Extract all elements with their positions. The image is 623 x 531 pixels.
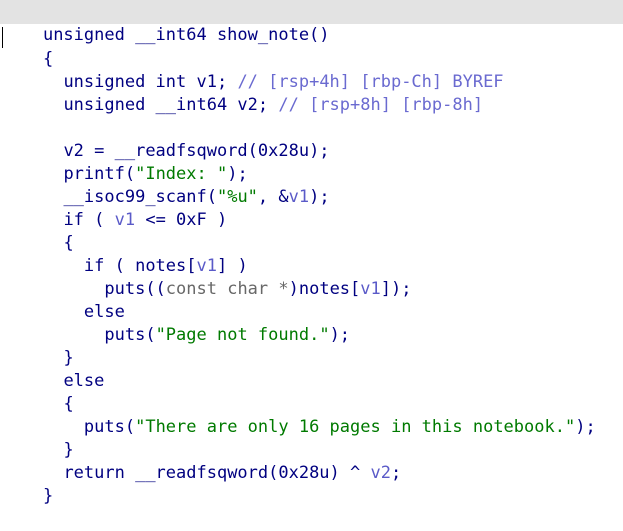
code-line-3[interactable]: unsigned __int64 v2; // [rsp+8h] [rbp-8h… [2,71,483,115]
close-brace: } [42,486,54,506]
return-statement[interactable]: return __readfsqword(0x28u) ^ [63,463,370,483]
code-line-5[interactable]: v2 = __readfsqword(0x28u); [2,117,329,161]
puts-end: ]); [380,279,412,299]
pseudocode-view[interactable]: unsigned __int64 show_note() { unsigned … [0,0,623,510]
decl-v2[interactable]: unsigned __int64 v2; [63,95,278,115]
var-v2[interactable]: v2 [370,463,390,483]
code-line-13[interactable]: puts("Page not found."); [2,301,350,345]
signature-text[interactable]: unsigned __int64 show_note() [43,25,330,45]
pages-limit-string: "There are only 16 pages in this noteboo… [135,417,576,437]
semicolon: ; [390,463,402,483]
code-line-11[interactable]: puts((const char *)notes[v1]); [2,255,411,299]
puts-call[interactable]: puts( [104,325,155,345]
code-line-12[interactable]: else [2,278,125,322]
code-line-15[interactable]: else [2,347,104,391]
code-line-18[interactable]: } [2,416,73,460]
function-signature[interactable]: unsigned __int64 show_note() [2,1,330,45]
code-line-19[interactable]: return __readfsqword(0x28u) ^ v2; [2,439,401,483]
var-v1[interactable]: v1 [115,210,135,230]
scanf-end: ); [309,187,330,207]
var-v1[interactable]: v1 [360,279,380,299]
decl-v2-comment: // [rsp+8h] [rbp-8h] [278,95,484,115]
notes-index[interactable]: )notes[ [289,279,361,299]
code-line-2[interactable]: unsigned int v1; // [rsp+4h] [rbp-Ch] BY… [2,48,503,92]
code-line-17[interactable]: puts("There are only 16 pages in this no… [2,393,596,437]
code-line-8[interactable]: if ( v1 <= 0xF ) [2,186,227,230]
code-line-14[interactable]: } [2,324,73,368]
code-line-6[interactable]: printf("Index: "); [2,140,247,184]
code-line-16[interactable]: { [2,370,73,414]
code-line-10[interactable]: if ( notes[v1] ) [2,232,248,276]
code-line-20[interactable]: } [2,462,53,506]
var-v1[interactable]: v1 [289,187,309,207]
if-condition: <= 0xF ) [135,210,228,230]
puts-call[interactable]: puts( [84,417,135,437]
code-line-1[interactable]: { [2,25,53,69]
cast-type: const char * [165,279,289,299]
code-line-9[interactable]: { [2,209,73,253]
scanf-amp: , & [257,187,289,207]
code-line-7[interactable]: __isoc99_scanf("%u", &v1); [2,163,329,207]
page-not-found-string: "Page not found." [155,325,330,345]
puts-end: ); [575,417,596,437]
puts-end: ); [329,325,351,345]
